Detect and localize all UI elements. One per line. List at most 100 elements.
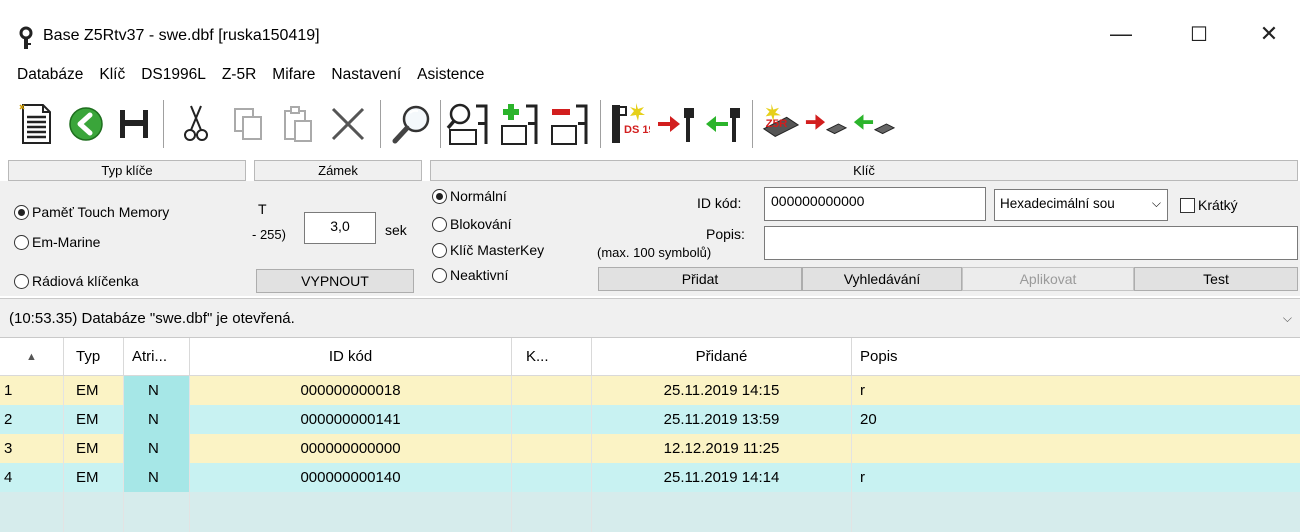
key-app-icon	[19, 26, 33, 49]
table-row[interactable]: 4 EM N 000000000140 25.11.2019 14:14 r	[0, 463, 1300, 492]
menu-ds1996l[interactable]: DS1996L	[138, 66, 214, 84]
vypnout-button[interactable]: VYPNOUT	[256, 269, 414, 293]
row-number: 4	[0, 463, 64, 492]
menu-z5r[interactable]: Z-5R	[219, 66, 264, 84]
empty-cell	[592, 492, 852, 532]
cell-k	[512, 405, 592, 434]
column-header-pridane[interactable]: Přidané	[592, 338, 852, 376]
column-header-typ[interactable]: Typ	[64, 338, 124, 376]
radio-label: Klíč MasterKey	[450, 242, 545, 258]
sort-indicator-icon[interactable]: ▲	[0, 338, 64, 376]
cell-atribut: N	[124, 463, 190, 492]
find-key-icon[interactable]	[446, 98, 490, 150]
new-document-icon[interactable]	[14, 98, 58, 150]
menu-nastaveni[interactable]: Nastavení	[328, 66, 409, 84]
cell-id-kod: 000000000141	[190, 405, 512, 434]
cell-popis: r	[860, 382, 865, 399]
settings-panel: Paměť Touch Memory Em-Marine Rádiová klí…	[0, 181, 1300, 296]
radio-radiova-klicenka[interactable]: Rádiová klíčenka	[14, 273, 139, 289]
cell-k	[512, 434, 592, 463]
group-header-typ-klice: Typ klíče	[8, 160, 246, 181]
add-key-icon[interactable]	[498, 98, 542, 150]
radio-normalni[interactable]: Normální	[432, 188, 507, 204]
radio-neaktivni[interactable]: Neaktivní	[432, 267, 508, 283]
radio-dot	[14, 234, 29, 250]
send-to-chip-icon[interactable]	[804, 98, 848, 150]
toolbar-separator	[163, 100, 164, 148]
radio-dot	[432, 267, 447, 283]
close-button[interactable]: ✕	[1246, 14, 1292, 54]
save-icon[interactable]	[112, 98, 156, 150]
menu-bar: Databáze Klíč DS1996L Z-5R Mifare Nastav…	[0, 60, 1300, 90]
status-text: (10:53.35) Databáze "swe.dbf" je otevřen…	[9, 310, 295, 327]
toolbar-separator	[600, 100, 601, 148]
cell-pridane: 25.11.2019 14:15	[592, 376, 852, 405]
cell-k	[512, 463, 592, 492]
cell-typ: EM	[64, 434, 124, 463]
empty-cell	[0, 492, 64, 532]
column-header-atribut[interactable]: Atri...	[124, 338, 190, 376]
paste-icon[interactable]	[276, 98, 320, 150]
cell-atribut: N	[124, 405, 190, 434]
chevron-down-icon: ⌵	[1151, 196, 1161, 210]
receive-from-chip-icon[interactable]	[852, 98, 896, 150]
radio-dot	[432, 216, 447, 232]
radio-em-marine[interactable]: Em-Marine	[14, 234, 100, 250]
cell-pridane: 25.11.2019 14:14	[592, 463, 852, 492]
minimize-button[interactable]: —	[1098, 14, 1144, 54]
menu-databaze[interactable]: Databáze	[14, 66, 91, 84]
t-label: T	[258, 201, 267, 217]
read-key-icon[interactable]	[656, 98, 700, 150]
z5r-icon-label: Z5R	[766, 118, 788, 130]
write-key-icon[interactable]	[702, 98, 746, 150]
pridat-button[interactable]: Přidat	[598, 267, 802, 291]
table-empty-row	[0, 492, 1300, 532]
cell-pridane: 25.11.2019 13:59	[592, 405, 852, 434]
menu-asistence[interactable]: Asistence	[414, 66, 492, 84]
remove-key-icon[interactable]	[548, 98, 592, 150]
toolbar-separator	[752, 100, 753, 148]
table-row[interactable]: 2 EM N 000000000141 25.11.2019 13:59 20	[0, 405, 1300, 434]
format-select[interactable]: Hexadecimální sou ⌵	[994, 189, 1168, 221]
row-number: 3	[0, 434, 64, 463]
popis-hint: (max. 100 symbolů)	[597, 245, 712, 260]
test-button[interactable]: Test	[1134, 267, 1298, 291]
popis-label: Popis:	[706, 226, 745, 242]
menu-mifare[interactable]: Mifare	[269, 66, 323, 84]
kratky-checkbox[interactable]: Krátký	[1180, 197, 1238, 213]
back-arrow-icon[interactable]	[64, 98, 108, 150]
lock-time-input[interactable]: 3,0	[304, 212, 376, 244]
search-icon[interactable]	[390, 98, 434, 150]
column-header-popis[interactable]: Popis	[852, 338, 1300, 376]
seconds-unit: sek	[385, 222, 407, 238]
toolbar-separator	[380, 100, 381, 148]
vyhledavani-button[interactable]: Vyhledávání	[802, 267, 962, 291]
format-select-value: Hexadecimální sou	[1000, 196, 1115, 211]
copy-icon[interactable]	[226, 98, 270, 150]
radio-label: Paměť Touch Memory	[32, 204, 170, 220]
group-header-zamek: Zámek	[254, 160, 422, 181]
id-code-input[interactable]: 000000000000	[764, 187, 986, 221]
cell-id-kod: 000000000000	[190, 434, 512, 463]
keys-table: ▲ Typ Atri... ID kód K... Přidané Popis …	[0, 338, 1300, 532]
radio-dot	[14, 273, 29, 289]
status-log[interactable]: (10:53.35) Databáze "swe.dbf" je otevřen…	[0, 298, 1300, 338]
aplikovat-button[interactable]: Aplikovat	[962, 267, 1134, 291]
table-row[interactable]: 1 EM N 000000000018 25.11.2019 14:15 r	[0, 376, 1300, 405]
cut-icon[interactable]	[174, 98, 218, 150]
maximize-button[interactable]: ☐	[1176, 14, 1222, 54]
cell-id-kod: 000000000140	[190, 463, 512, 492]
popis-input[interactable]	[764, 226, 1298, 260]
chevron-down-icon[interactable]: ⌵	[1283, 311, 1292, 326]
radio-blokovani[interactable]: Blokování	[432, 216, 511, 232]
radio-touch-memory[interactable]: Paměť Touch Memory	[14, 204, 169, 220]
z5r-chip-icon[interactable]: Z5R	[758, 98, 802, 150]
column-header-id-kod[interactable]: ID kód	[190, 338, 512, 376]
range-label: - 255)	[252, 227, 286, 242]
table-row[interactable]: 3 EM N 000000000000 12.12.2019 11:25	[0, 434, 1300, 463]
column-header-k[interactable]: K...	[512, 338, 592, 376]
radio-masterkey[interactable]: Klíč MasterKey	[432, 242, 544, 258]
menu-klic[interactable]: Klíč	[96, 66, 133, 84]
ds1996l-icon[interactable]: DS 1996L	[606, 98, 650, 150]
delete-icon[interactable]	[326, 98, 370, 150]
